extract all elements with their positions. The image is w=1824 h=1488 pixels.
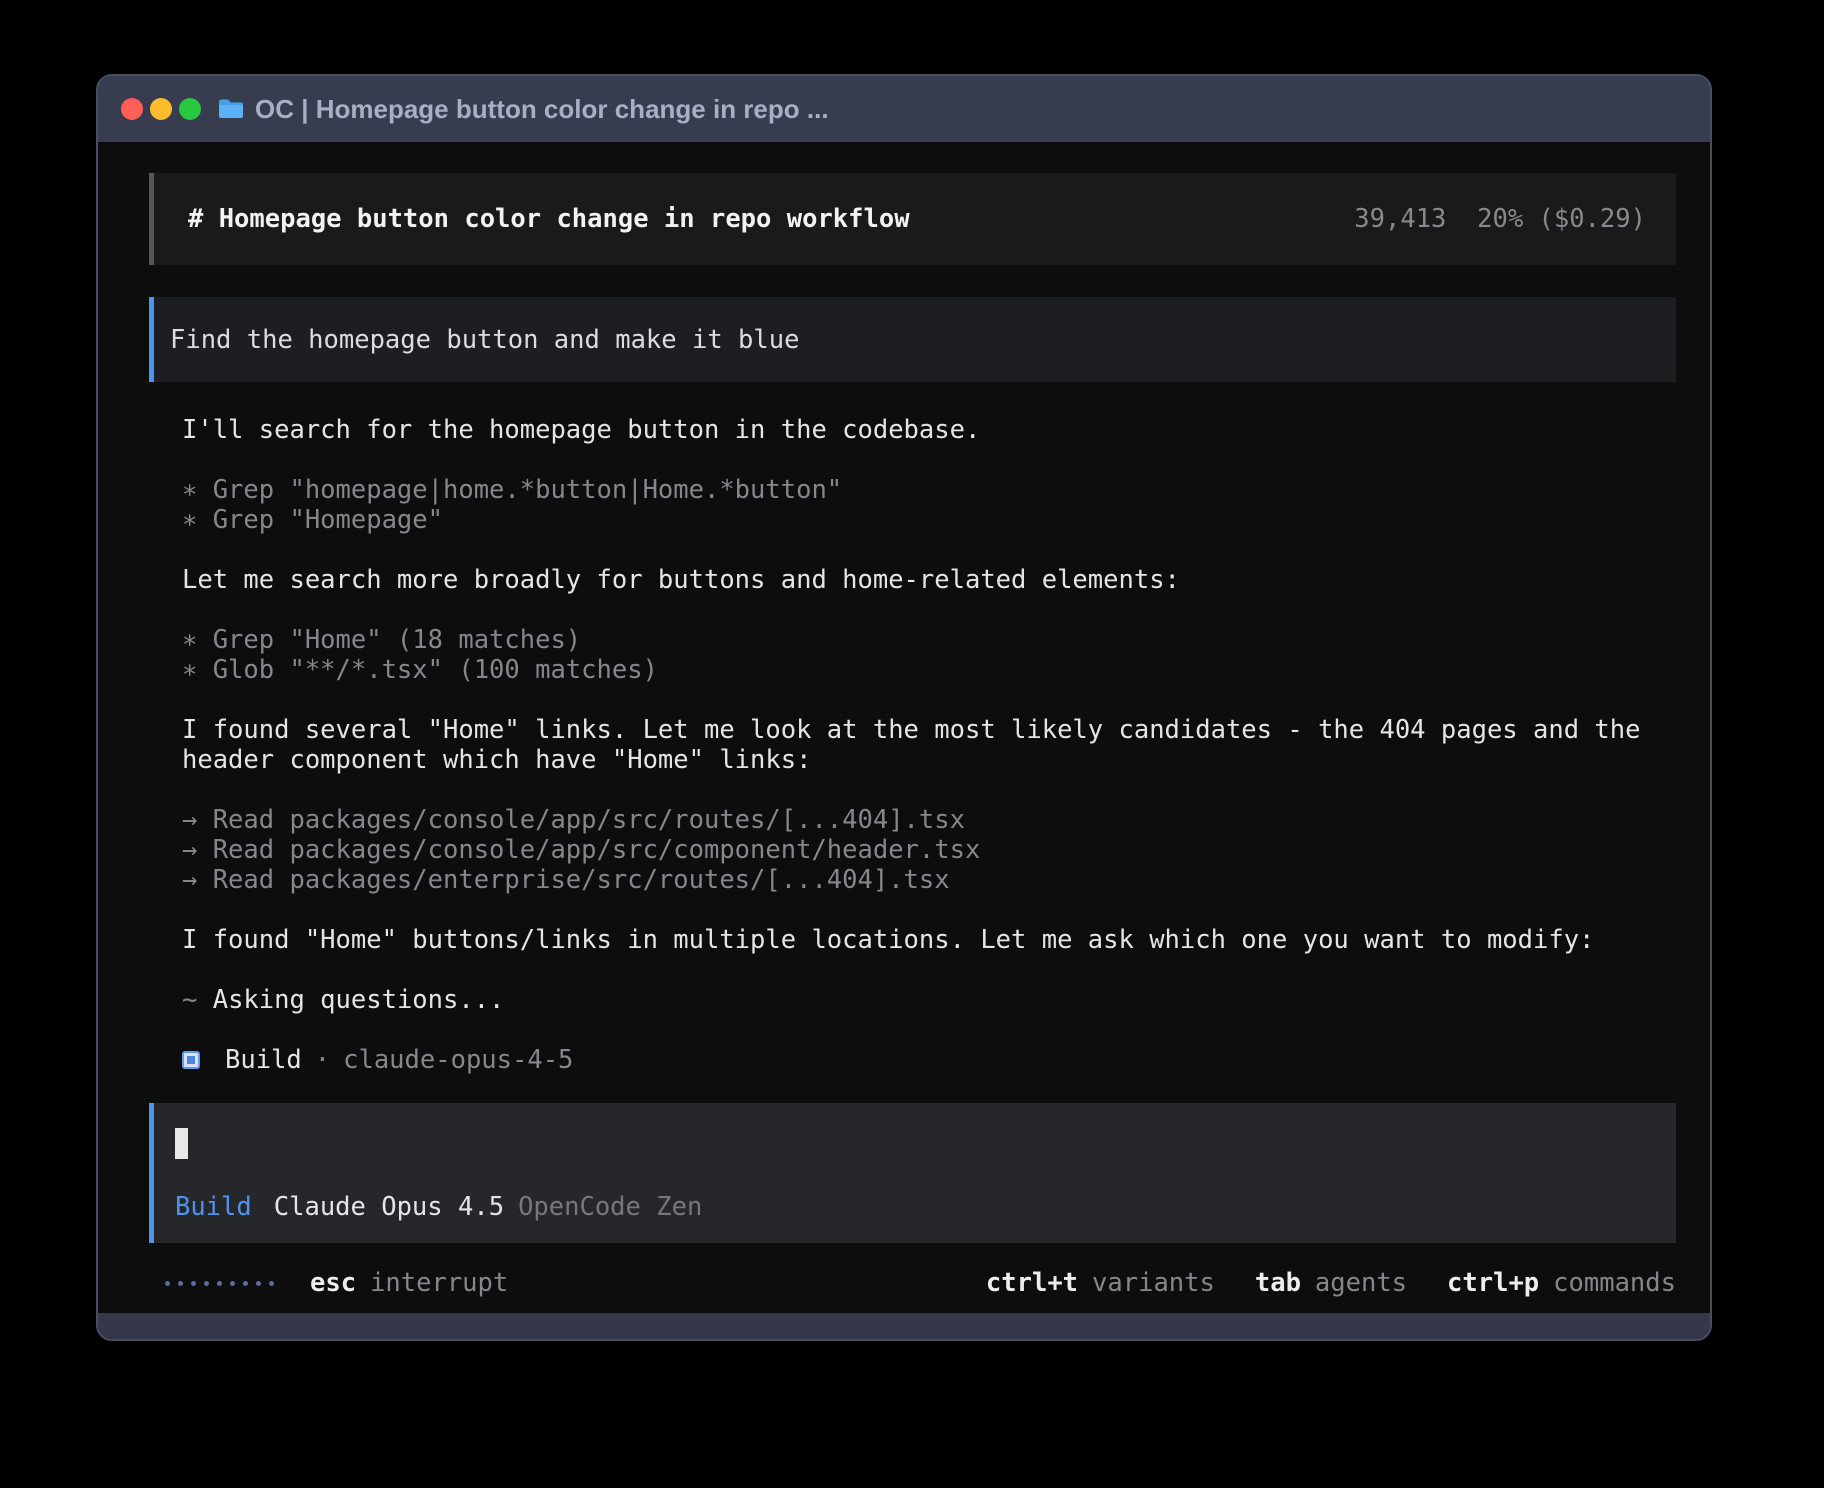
esc-hint[interactable]: esc interrupt xyxy=(310,1268,508,1298)
agent-name: Build xyxy=(225,1045,302,1075)
tool-call-line: → Read packages/enterprise/src/routes/[.… xyxy=(182,865,1676,895)
tool-call-line: ∗ Grep "Home" (18 matches) xyxy=(182,625,1676,655)
window-bottom-bar xyxy=(98,1313,1710,1339)
zoom-button[interactable] xyxy=(179,98,201,120)
session-stats: 39,413 20% ($0.29) xyxy=(1354,204,1646,234)
text-cursor xyxy=(175,1128,188,1159)
spinner-dots xyxy=(165,1281,274,1286)
esc-label: interrupt xyxy=(370,1268,508,1298)
input-agent-label[interactable]: Build xyxy=(175,1192,252,1222)
agent-model: claude-opus-4-5 xyxy=(343,1045,573,1075)
user-message-text: Find the homepage button and make it blu… xyxy=(170,325,799,355)
asking-questions-status: ~ Asking questions... xyxy=(182,985,1676,1015)
close-button[interactable] xyxy=(121,98,143,120)
assistant-text: Let me search more broadly for buttons a… xyxy=(182,565,1676,595)
tool-call-line: ∗ Grep "Homepage" xyxy=(182,505,1676,535)
traffic-lights xyxy=(121,98,201,120)
tool-calls-read: → Read packages/console/app/src/routes/[… xyxy=(182,805,1676,895)
session-title: # Homepage button color change in repo w… xyxy=(188,204,910,234)
agent-build-icon xyxy=(182,1051,200,1069)
tool-call-line: ∗ Glob "**/*.tsx" (100 matches) xyxy=(182,655,1676,685)
tool-calls-search: ∗ Grep "Home" (18 matches) ∗ Glob "**/*.… xyxy=(182,625,1676,685)
input-meta-row: Build Claude Opus 4.5 OpenCode Zen xyxy=(175,1192,1656,1222)
user-message: Find the homepage button and make it blu… xyxy=(149,297,1676,382)
hint-commands[interactable]: ctrl+p commands xyxy=(1447,1268,1676,1298)
tilde-prefix: ~ xyxy=(182,985,213,1015)
minimize-button[interactable] xyxy=(150,98,172,120)
hint-agents[interactable]: tab agents xyxy=(1255,1268,1407,1298)
esc-key: esc xyxy=(310,1268,356,1298)
assistant-text: I found several "Home" links. Let me loo… xyxy=(182,715,1676,775)
session-header: # Homepage button color change in repo w… xyxy=(149,173,1676,265)
assistant-text: I found "Home" buttons/links in multiple… xyxy=(182,925,1676,955)
tool-call-line: → Read packages/console/app/src/componen… xyxy=(182,835,1676,865)
terminal-content: # Homepage button color change in repo w… xyxy=(98,142,1710,1313)
input-provider-label: OpenCode Zen xyxy=(518,1192,702,1222)
terminal-window: OC | Homepage button color change in rep… xyxy=(96,74,1712,1341)
tool-call-line: → Read packages/console/app/src/routes/[… xyxy=(182,805,1676,835)
input-model-label[interactable]: Claude Opus 4.5 xyxy=(274,1192,504,1222)
window-titlebar[interactable]: OC | Homepage button color change in rep… xyxy=(98,76,1710,142)
window-title: OC | Homepage button color change in rep… xyxy=(255,94,829,125)
status-bar: esc interrupt ctrl+t variants tab agents… xyxy=(149,1268,1676,1298)
prompt-input[interactable]: Build Claude Opus 4.5 OpenCode Zen xyxy=(149,1103,1676,1243)
folder-icon xyxy=(218,98,244,120)
tool-calls-grep: ∗ Grep "homepage|home.*button|Home.*butt… xyxy=(182,475,1676,535)
separator-dot: · xyxy=(315,1045,330,1075)
tool-call-line: ∗ Grep "homepage|home.*button|Home.*butt… xyxy=(182,475,1676,505)
hint-variants[interactable]: ctrl+t variants xyxy=(986,1268,1215,1298)
assistant-text: I'll search for the homepage button in t… xyxy=(182,415,1676,445)
keyboard-hints: ctrl+t variants tab agents ctrl+p comman… xyxy=(986,1268,1676,1298)
agent-status-line: Build · claude-opus-4-5 xyxy=(182,1045,1676,1075)
assistant-output: I'll search for the homepage button in t… xyxy=(182,415,1676,1075)
